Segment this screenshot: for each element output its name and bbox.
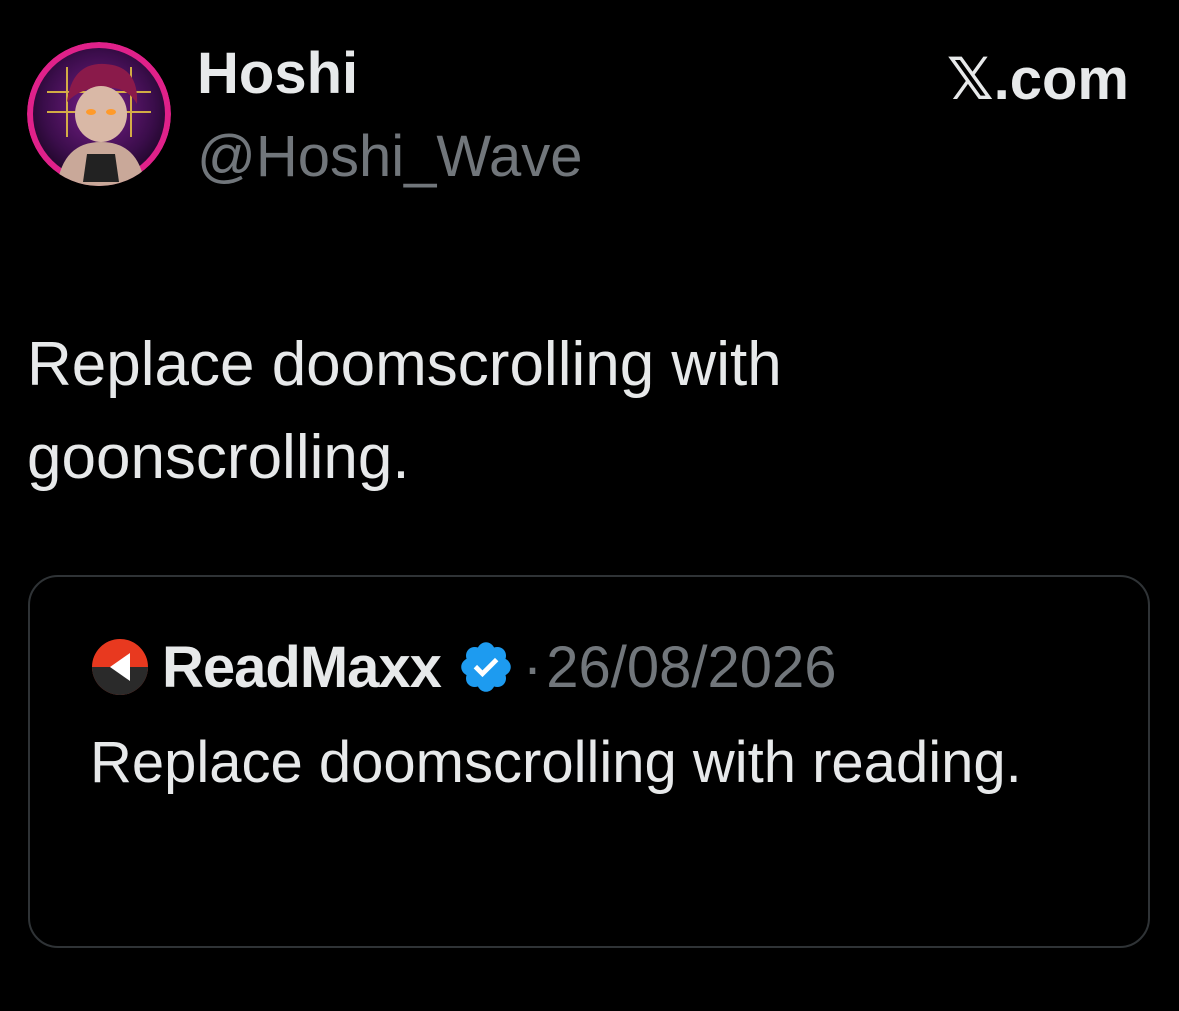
verified-badge-icon [461, 642, 511, 692]
readmaxx-logo-icon [92, 639, 148, 695]
quoted-separator: · [522, 634, 543, 700]
quoted-tweet-header: ReadMaxx · 26/08/2026 [90, 632, 837, 702]
avatar[interactable] [27, 42, 171, 186]
quoted-tweet-text: Replace doomscrolling with reading. [90, 730, 1022, 795]
x-brand-watermark: 𝕏.com [946, 47, 1129, 112]
quoted-tweet-date[interactable]: 26/08/2026 [546, 634, 836, 701]
author-display-name[interactable]: Hoshi [197, 40, 358, 108]
quoted-tweet-card[interactable]: ReadMaxx · 26/08/2026 Replace doomscroll… [28, 575, 1150, 948]
avatar-image [27, 42, 171, 186]
quoted-author-name[interactable]: ReadMaxx [162, 634, 442, 701]
tweet-text: Replace doomscrolling with goonscrolling… [27, 330, 782, 492]
author-handle[interactable]: @Hoshi_Wave [197, 121, 583, 193]
